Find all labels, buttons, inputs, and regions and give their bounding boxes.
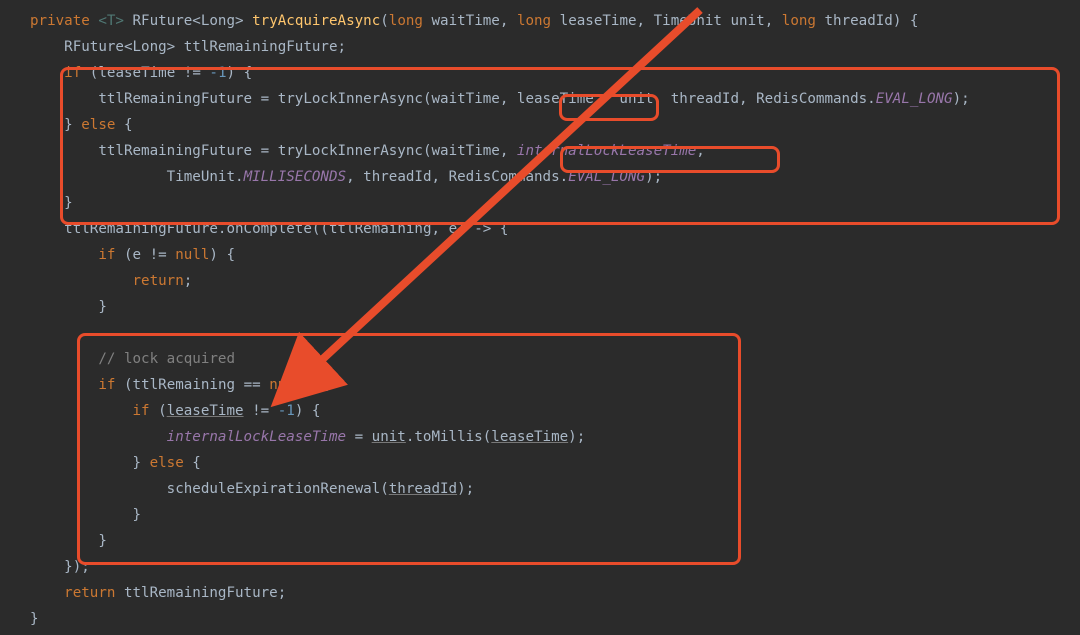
line-4: ttlRemainingFuture = tryLockInnerAsync(w… <box>30 91 970 107</box>
line-3: if (leaseTime != -1) { <box>30 65 252 81</box>
line-15: if (ttlRemaining == null) { <box>30 377 329 393</box>
line-20: } <box>30 507 141 523</box>
line-9: ttlRemainingFuture.onComplete((ttlRemain… <box>30 221 508 237</box>
kw-private: private <box>30 13 90 29</box>
line-24: } <box>30 611 39 627</box>
code-block: private <T> RFuture<Long> tryAcquireAsyn… <box>30 8 1080 632</box>
line-1: private <T> RFuture<Long> tryAcquireAsyn… <box>30 13 918 29</box>
line-12: } <box>30 299 107 315</box>
return-type: RFuture<Long> <box>133 13 244 29</box>
line-7: TimeUnit.MILLISECONDS, threadId, RedisCo… <box>30 169 662 185</box>
line-8: } <box>30 195 73 211</box>
line-5: } else { <box>30 117 133 133</box>
line-10: if (e != null) { <box>30 247 235 263</box>
line-11: return; <box>30 273 192 289</box>
line-23: return ttlRemainingFuture; <box>30 585 286 601</box>
line-21: } <box>30 533 107 549</box>
type-param: <T> <box>98 13 124 29</box>
line-16: if (leaseTime != -1) { <box>30 403 320 419</box>
line-19: scheduleExpirationRenewal(threadId); <box>30 481 474 497</box>
line-6: ttlRemainingFuture = tryLockInnerAsync(w… <box>30 143 705 159</box>
line-14: // lock acquired <box>30 351 235 367</box>
line-17: internalLockLeaseTime = unit.toMillis(le… <box>30 429 585 445</box>
line-2: RFuture<Long> ttlRemainingFuture; <box>30 39 346 55</box>
line-18: } else { <box>30 455 201 471</box>
line-22: }); <box>30 559 90 575</box>
method-name: tryAcquireAsync <box>252 13 380 29</box>
